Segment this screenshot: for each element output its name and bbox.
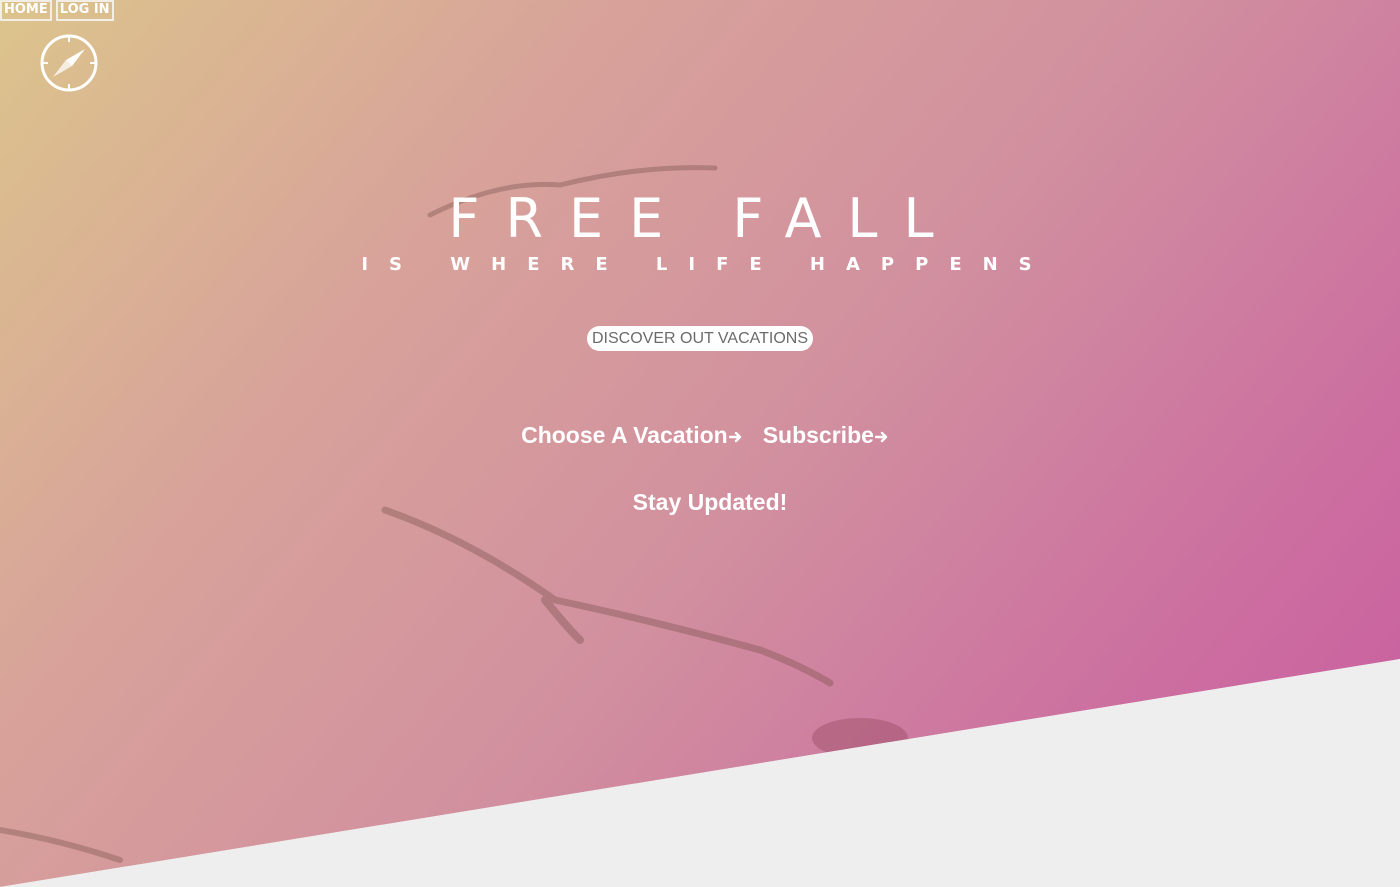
top-nav: HOME LOG IN [0, 0, 114, 21]
subscribe-link[interactable]: Subscribe [763, 420, 889, 450]
login-button[interactable]: LOG IN [55, 0, 114, 21]
stay-updated-text: Stay Updated! [632, 489, 788, 515]
choose-vacation-label: Choose A Vacation [521, 422, 728, 448]
hero-subtitle: IS WHERE LIFE HAPPENS [361, 254, 1053, 275]
discover-vacations-button[interactable]: DISCOVER OUT VACATIONS [587, 326, 813, 351]
arrow-right-icon [874, 431, 888, 443]
hero-links: Choose A Vacation Subscribe [0, 420, 1400, 450]
hero-title: FREE FALL [448, 187, 960, 250]
home-button[interactable]: HOME [0, 0, 52, 21]
choose-vacation-link[interactable]: Choose A Vacation [521, 420, 743, 450]
compass-icon[interactable] [39, 33, 99, 93]
arrow-right-icon [728, 431, 741, 443]
subscribe-label: Subscribe [762, 422, 874, 448]
